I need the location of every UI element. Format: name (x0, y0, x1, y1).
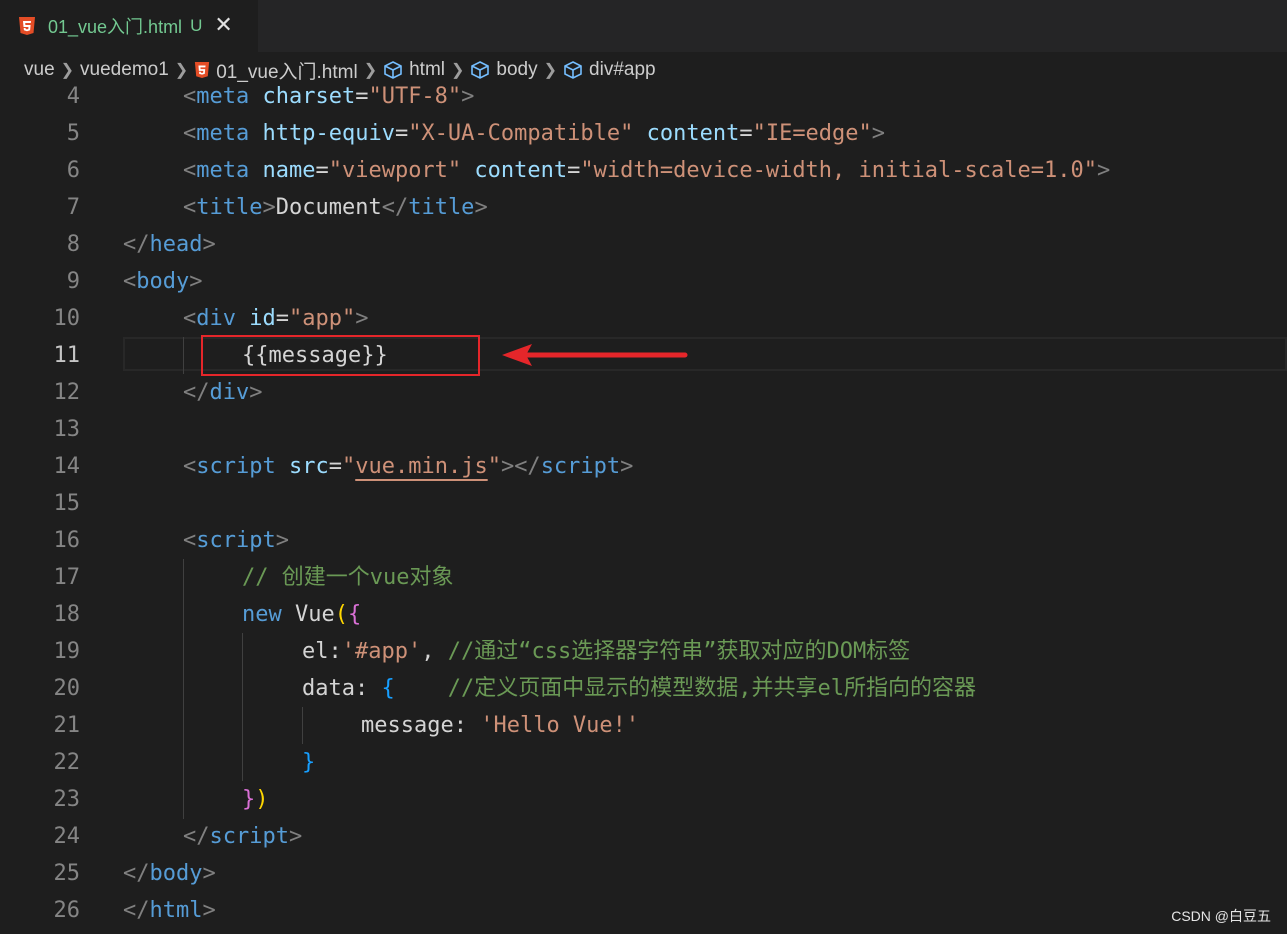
editor-tab[interactable]: 01_vue入门.html U ✕ (0, 0, 258, 52)
chevron-right-icon: ❯ (363, 62, 378, 79)
line-number: 9 (66, 269, 80, 294)
code-line-25: </body> (123, 861, 216, 886)
code-line-4: <meta charset="UTF-8"> (183, 84, 475, 109)
code-line-16: <script> (183, 528, 289, 553)
line-number: 23 (53, 787, 81, 812)
code-line-5: <meta http-equiv="X-UA-Compatible" conte… (183, 121, 886, 146)
line-number: 24 (53, 824, 81, 849)
line-number: 5 (66, 121, 80, 146)
close-icon[interactable]: ✕ (214, 15, 232, 37)
code-line-20: data: { //定义页面中显示的模型数据,并共享el所指向的容器 (302, 676, 976, 701)
code-line-8: </head> (123, 232, 216, 257)
chevron-right-icon: ❯ (174, 62, 189, 79)
code-line-23: }) (242, 787, 269, 812)
chevron-right-icon: ❯ (60, 62, 75, 79)
code-editor[interactable]: 4 5 6 7 8 9 10 11 12 13 14 15 16 17 18 1… (0, 78, 1287, 934)
line-number: 7 (66, 195, 80, 220)
code-line-22: } (302, 750, 316, 775)
line-number: 21 (53, 713, 81, 738)
code-line-12: </div> (183, 380, 263, 405)
watermark: CSDN @白豆五 (1171, 908, 1271, 924)
line-number: 17 (53, 565, 81, 590)
code-line-9: <body> (123, 269, 203, 294)
line-number: 12 (53, 380, 81, 405)
html5-icon (194, 61, 210, 79)
line-number: 16 (53, 528, 81, 553)
line-number: 20 (53, 676, 81, 701)
code-line-24: </script> (183, 824, 303, 849)
line-number-active: 11 (53, 343, 81, 368)
line-number: 4 (66, 84, 80, 109)
line-number: 14 (53, 454, 81, 479)
cube-icon (383, 60, 403, 80)
line-number: 13 (53, 417, 81, 442)
chevron-right-icon: ❯ (451, 62, 465, 79)
cube-icon (470, 60, 490, 80)
line-number: 22 (53, 750, 81, 775)
untracked-status-badge: U (190, 16, 203, 35)
line-number: 26 (53, 898, 81, 923)
code-line-26: </html> (123, 898, 216, 923)
line-number: 25 (53, 861, 81, 886)
line-number: 8 (66, 232, 80, 257)
annotation-highlight-box (201, 335, 480, 376)
line-number: 18 (53, 602, 81, 627)
line-number: 6 (66, 158, 80, 183)
tab-bar: 01_vue入门.html U ✕ (0, 0, 1287, 52)
annotation-arrow-icon (502, 344, 688, 366)
code-line-6: <meta name="viewport" content="width=dev… (183, 158, 1111, 183)
code-line-7: <title>Document</title> (183, 195, 488, 220)
script-src-link[interactable]: vue.min.js (355, 454, 487, 479)
code-line-18: new Vue({ (242, 602, 362, 627)
code-line-21: message: 'Hello Vue!' (361, 713, 640, 738)
chevron-right-icon: ❯ (543, 62, 558, 79)
line-number: 10 (53, 306, 81, 331)
tab-title: 01_vue入门.html (48, 17, 183, 37)
line-number: 15 (53, 491, 81, 516)
code-line-10: <div id="app"> (183, 306, 369, 331)
code-line-17: // 创建一个vue对象 (242, 565, 454, 590)
code-line-19: el:'#app', //通过“css选择器字符串”获取对应的DOM标签 (302, 639, 911, 664)
html5-icon (18, 16, 36, 36)
line-number: 19 (53, 639, 81, 664)
cube-icon (563, 60, 583, 80)
code-line-14: <script src="vue.min.js"></script> (183, 454, 634, 479)
